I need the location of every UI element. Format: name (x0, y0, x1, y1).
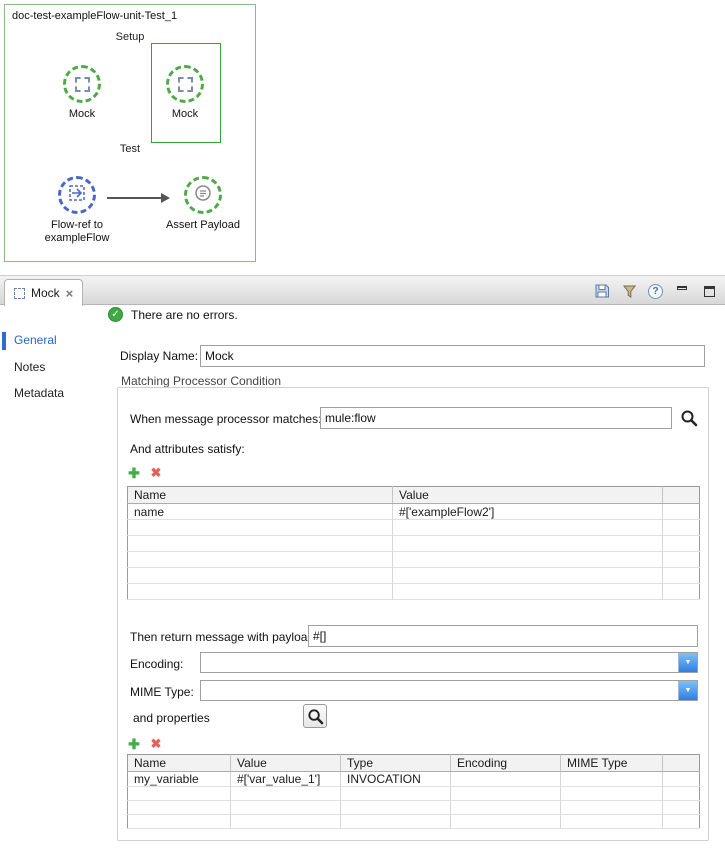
mock-node-label: Mock (50, 108, 114, 121)
mock-node-circle (63, 65, 101, 103)
assert-node-circle (184, 176, 222, 214)
cell-name[interactable]: name (128, 504, 393, 520)
display-name-input[interactable] (200, 345, 705, 367)
sidebar-item-notes[interactable]: Notes (14, 360, 45, 374)
mock-node-2[interactable]: Mock (153, 65, 217, 121)
status-message: There are no errors. (131, 308, 238, 322)
column-header-value: Value (231, 755, 341, 772)
mock-node-1[interactable]: Mock (50, 65, 114, 121)
add-property-icon[interactable]: ✚ (126, 736, 142, 752)
flow-ref-node[interactable]: Flow-ref to exampleFlow (37, 176, 117, 245)
cell-type[interactable]: INVOCATION (341, 772, 451, 787)
matches-input[interactable] (320, 407, 672, 429)
assert-node-label: Assert Payload (163, 219, 243, 232)
sidebar-item-metadata[interactable]: Metadata (14, 386, 64, 400)
setup-section-label: Setup (5, 31, 255, 43)
column-header-value: Value (393, 487, 663, 504)
table-row[interactable] (128, 815, 700, 829)
chevron-down-icon[interactable]: ▼ (678, 681, 697, 700)
column-header-type: Type (341, 755, 451, 772)
maximize-icon[interactable] (701, 283, 717, 299)
cell-value[interactable]: #['var_value_1'] (231, 772, 341, 787)
tab-close-icon[interactable]: × (66, 288, 74, 299)
mock-node-circle (166, 65, 204, 103)
table-row[interactable] (128, 787, 700, 801)
sidebar-item-general[interactable]: General (14, 333, 57, 347)
table-header-row: Name Value (128, 487, 700, 504)
column-header-empty (663, 755, 700, 772)
matches-label: When message processor matches: (130, 412, 321, 426)
minimize-icon[interactable] (674, 283, 690, 299)
encoding-select[interactable]: ▼ (200, 652, 698, 673)
properties-label: and properties (133, 711, 210, 725)
tab-toolbar: ? (594, 283, 717, 299)
assert-payload-node[interactable]: Assert Payload (163, 176, 243, 232)
test-title: doc-test-exampleFlow-unit-Test_1 (12, 10, 177, 22)
help-icon[interactable]: ? (648, 284, 663, 299)
attributes-label: And attributes satisfy: (130, 442, 245, 456)
table-row[interactable] (128, 520, 700, 536)
flow-connector (107, 197, 163, 199)
filter-icon[interactable] (621, 283, 637, 299)
save-icon[interactable] (594, 283, 610, 299)
cell-name[interactable]: my_variable (128, 772, 231, 787)
column-header-mime: MIME Type (561, 755, 663, 772)
test-section-label: Test (5, 143, 255, 155)
properties-panel: Mock × ? (0, 275, 725, 848)
group-title: Matching Processor Condition (119, 374, 283, 388)
mock-icon (178, 77, 193, 92)
delete-property-icon[interactable]: ✖ (148, 736, 164, 752)
column-header-name: Name (128, 755, 231, 772)
no-errors-check-icon: ✓ (108, 307, 123, 322)
delete-attribute-icon[interactable]: ✖ (148, 465, 164, 481)
cell-mime[interactable] (561, 772, 663, 787)
status-row: ✓ There are no errors. (108, 307, 238, 322)
column-header-name: Name (128, 487, 393, 504)
properties-table: Name Value Type Encoding MIME Type my_va… (127, 754, 700, 829)
screen: doc-test-exampleFlow-unit-Test_1 Setup M… (0, 0, 725, 848)
payload-input[interactable] (308, 625, 698, 647)
matches-search-icon[interactable] (678, 407, 700, 429)
cell-value[interactable]: #['exampleFlow2'] (393, 504, 663, 520)
table-row[interactable] (128, 584, 700, 600)
mock-tab-icon (14, 288, 25, 299)
table-row[interactable] (128, 568, 700, 584)
sidebar-selection-bar (2, 332, 6, 350)
chevron-down-icon[interactable]: ▼ (678, 653, 697, 672)
cell-encoding[interactable] (451, 772, 561, 787)
table-row[interactable] (128, 536, 700, 552)
flow-ref-node-circle (58, 176, 96, 214)
mock-icon (75, 77, 90, 92)
mime-type-label: MIME Type: (130, 685, 194, 699)
attributes-table: Name Value name #['exampleFlow2'] (127, 486, 700, 600)
tab-label: Mock (31, 286, 60, 300)
encoding-label: Encoding: (130, 657, 183, 671)
properties-search-button[interactable] (303, 704, 327, 728)
table-row[interactable] (128, 552, 700, 568)
table-header-row: Name Value Type Encoding MIME Type (128, 755, 700, 772)
flow-ref-icon (67, 183, 87, 208)
add-attribute-icon[interactable]: ✚ (126, 465, 142, 481)
table-row[interactable]: name #['exampleFlow2'] (128, 504, 700, 520)
mock-node-label: Mock (153, 108, 217, 121)
editor-tab-bar: Mock × ? (0, 275, 725, 305)
column-header-encoding: Encoding (451, 755, 561, 772)
table-row[interactable]: my_variable #['var_value_1'] INVOCATION (128, 772, 700, 787)
assert-payload-icon (193, 183, 213, 208)
tab-mock[interactable]: Mock × (4, 279, 83, 306)
column-header-empty (663, 487, 700, 504)
mime-type-select[interactable]: ▼ (200, 680, 698, 701)
table-row[interactable] (128, 801, 700, 815)
display-name-label: Display Name: (120, 349, 198, 363)
flow-ref-node-label: Flow-ref to exampleFlow (37, 219, 117, 245)
payload-label: Then return message with payload: (130, 630, 317, 644)
munit-test-container[interactable]: doc-test-exampleFlow-unit-Test_1 Setup M… (4, 4, 256, 262)
